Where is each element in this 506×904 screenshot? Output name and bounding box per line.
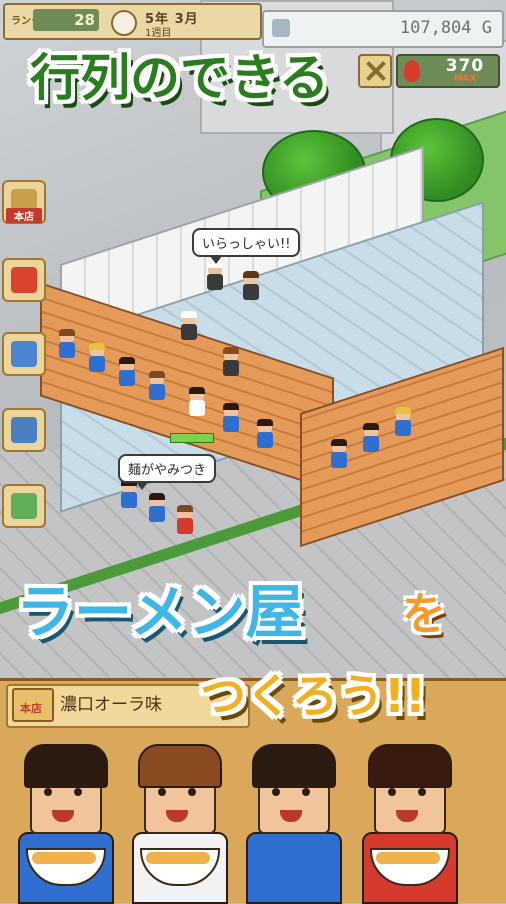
customer[interactable] bbox=[362, 423, 380, 454]
menu-book-icon bbox=[11, 341, 37, 367]
promo-title-top: 行列のできる bbox=[30, 49, 329, 107]
review-bubble: 麺がやみつき bbox=[118, 454, 217, 490]
side-btn-staff[interactable] bbox=[2, 258, 46, 302]
queue-customer[interactable] bbox=[148, 493, 166, 524]
staff-chef[interactable] bbox=[180, 311, 198, 342]
queue-customer[interactable] bbox=[176, 505, 194, 536]
stamina-value: 370 bbox=[445, 56, 485, 76]
customer-gauge bbox=[170, 433, 214, 443]
hud-actions: 370 MAX bbox=[358, 54, 500, 88]
promo-title-bottom: つくろう!! bbox=[200, 669, 426, 723]
pot-icon bbox=[11, 417, 37, 443]
customer[interactable] bbox=[88, 343, 106, 374]
rank-value: 28 bbox=[33, 9, 99, 31]
side-btn-shop-label: 本店 bbox=[6, 208, 42, 223]
tools-button[interactable] bbox=[358, 54, 392, 88]
customer[interactable] bbox=[222, 403, 240, 434]
flame-icon bbox=[404, 60, 420, 82]
character-woman-eating bbox=[122, 740, 234, 904]
staff-chef[interactable] bbox=[242, 271, 260, 302]
money-icon bbox=[272, 19, 290, 37]
customer[interactable] bbox=[394, 407, 412, 438]
staff-chef[interactable] bbox=[206, 261, 224, 292]
stamina-meter[interactable]: 370 MAX bbox=[396, 54, 500, 88]
side-btn-shop[interactable]: 本店 bbox=[2, 180, 46, 224]
side-btn-items[interactable] bbox=[2, 484, 46, 528]
side-btn-menu[interactable] bbox=[2, 332, 46, 376]
staff-waitress[interactable] bbox=[222, 347, 240, 378]
stamina-max-label: MAX bbox=[453, 74, 477, 84]
character-man-eating bbox=[8, 740, 120, 904]
money-value: 107,804 G bbox=[399, 18, 492, 38]
greeting-bubble: いらっしゃい!! bbox=[192, 228, 301, 264]
week-text: 1週目 bbox=[145, 28, 172, 39]
customer[interactable] bbox=[58, 329, 76, 360]
customer[interactable] bbox=[118, 357, 136, 388]
customer[interactable] bbox=[256, 419, 274, 450]
status-bar: ランク 28 5年 3月 1週目 bbox=[3, 3, 262, 40]
character-glasses-man bbox=[236, 740, 348, 904]
staff-face-icon bbox=[11, 267, 37, 293]
shop-logo-label: 本店 bbox=[20, 702, 42, 715]
bag-icon bbox=[11, 493, 37, 519]
promo-particle: を bbox=[402, 589, 446, 640]
recipe-title: 濃口オーラ味 bbox=[60, 695, 162, 715]
customer[interactable] bbox=[330, 439, 348, 470]
clock-icon bbox=[111, 10, 137, 36]
customer[interactable] bbox=[188, 387, 206, 418]
promo-title-middle: ラーメン屋 bbox=[16, 578, 304, 646]
character-girl-ribbon bbox=[352, 740, 464, 904]
side-btn-ingredients[interactable] bbox=[2, 408, 46, 452]
customer[interactable] bbox=[148, 371, 166, 402]
